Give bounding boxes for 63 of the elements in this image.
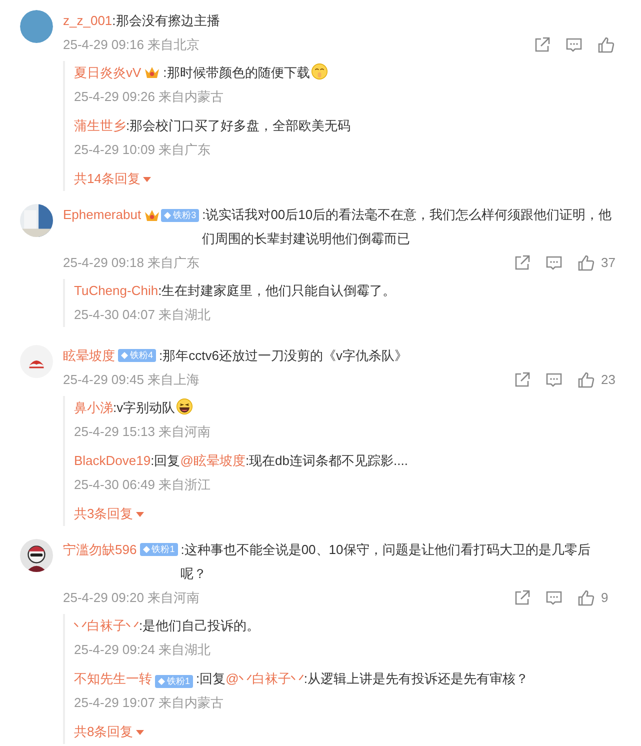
caret-icon	[143, 176, 152, 182]
share-icon[interactable]	[513, 371, 531, 389]
like-count: 9	[601, 589, 610, 607]
reply-text: :现在db连词条都不见踪影....	[245, 453, 408, 468]
user-name[interactable]: 蒲生世乡	[74, 118, 126, 133]
more-replies-link[interactable]: 共8条回复	[74, 720, 144, 744]
like-icon[interactable]	[577, 371, 595, 389]
timestamp: 25-4-29 09:26 来自内蒙古	[74, 88, 225, 106]
user-name[interactable]: 眩晕坡度	[63, 344, 115, 368]
user-name[interactable]: 丷白袜子丷	[74, 618, 139, 633]
like-icon[interactable]	[577, 254, 595, 272]
user-name[interactable]: TuCheng-Chih	[74, 283, 158, 298]
like-count: 37	[601, 254, 615, 272]
fan-badge: 铁粉3	[161, 208, 200, 222]
caret-icon	[136, 512, 144, 516]
reply-label: :回复	[196, 671, 226, 686]
comment-text: :那年cctv6还放过一刀没剪的《v字仇杀队》	[159, 347, 408, 365]
reply-text: :v字别动队	[113, 400, 176, 415]
reply-label: :回复	[150, 453, 180, 468]
like-icon[interactable]	[577, 589, 595, 607]
user-name[interactable]: 夏日炎炎vV	[74, 65, 142, 80]
comment-icon[interactable]	[545, 254, 563, 272]
avatar[interactable]	[20, 539, 53, 572]
user-name[interactable]: Ephemerabut	[63, 203, 142, 227]
comment-icon[interactable]	[545, 589, 563, 607]
timestamp: 25-4-29 09:45 来自上海	[63, 371, 200, 389]
more-replies-link[interactable]: 共3条回复	[74, 502, 144, 526]
comment-text: :说实话我对00后10后的看法毫不在意，我们怎么样何须跟他们证明，他们周围的长辈封建说明他们倒霉而已	[202, 206, 613, 248]
fan-badge: 铁粉1	[155, 675, 194, 688]
timestamp: 25-4-29 09:18 来自广东	[63, 254, 200, 272]
timestamp: 25-4-29 09:20 来自河南	[63, 589, 200, 607]
comment-icon[interactable]	[565, 36, 583, 54]
reply-text: :从逻辑上讲是先有投诉还是先有审核？	[304, 671, 528, 686]
comment-text: :那会没有擦边主播	[112, 12, 221, 30]
fan-badge: 铁粉4	[118, 349, 156, 362]
like-icon[interactable]	[597, 36, 615, 54]
share-icon[interactable]	[513, 589, 531, 607]
fan-badge: 铁粉1	[140, 543, 178, 556]
user-name[interactable]: z_z_001	[63, 9, 112, 33]
user-name[interactable]: 不知先生一转	[74, 671, 152, 686]
timestamp: 25-4-29 09:24 来自湖北	[74, 641, 212, 659]
user-name[interactable]: 宁滥勿缺596	[63, 538, 137, 562]
comment-text: :这种事也不能全说是00、10保守，问题是让他们看打码大卫的是几零后呢？	[180, 541, 592, 583]
timestamp: 25-4-30 04:07 来自湖北	[74, 306, 212, 324]
comment-icon[interactable]	[545, 371, 563, 389]
reply-text: :生在封建家庭里，他们只能自认倒霉了。	[158, 283, 396, 298]
share-icon[interactable]	[533, 36, 551, 54]
share-icon[interactable]	[513, 254, 531, 272]
more-replies-link[interactable]: 共14条回复	[74, 167, 152, 191]
reply-text: :那会校门口买了好多盘，全部欧美无码	[126, 118, 351, 133]
user-name[interactable]: 鼻小涕	[74, 400, 113, 415]
timestamp: 25-4-29 09:16 来自北京	[63, 36, 200, 54]
timestamp: 25-4-29 19:07 来自内蒙古	[74, 694, 225, 712]
timestamp: 25-4-29 15:13 来自河南	[74, 423, 212, 441]
reply-text: :那时候带颜色的随便下载	[163, 65, 310, 80]
mention-link[interactable]: @丷白袜子丷	[226, 671, 304, 686]
timestamp: 25-4-29 10:09 来自广东	[74, 141, 212, 159]
caret-icon	[136, 730, 144, 734]
like-count: 23	[601, 371, 615, 389]
timestamp: 25-4-30 06:49 来自浙江	[74, 476, 212, 494]
reply-text: :是他们自己投诉的。	[139, 618, 260, 633]
mention-link[interactable]: @眩晕坡度	[180, 453, 246, 468]
user-name[interactable]: BlackDove19	[74, 453, 151, 468]
